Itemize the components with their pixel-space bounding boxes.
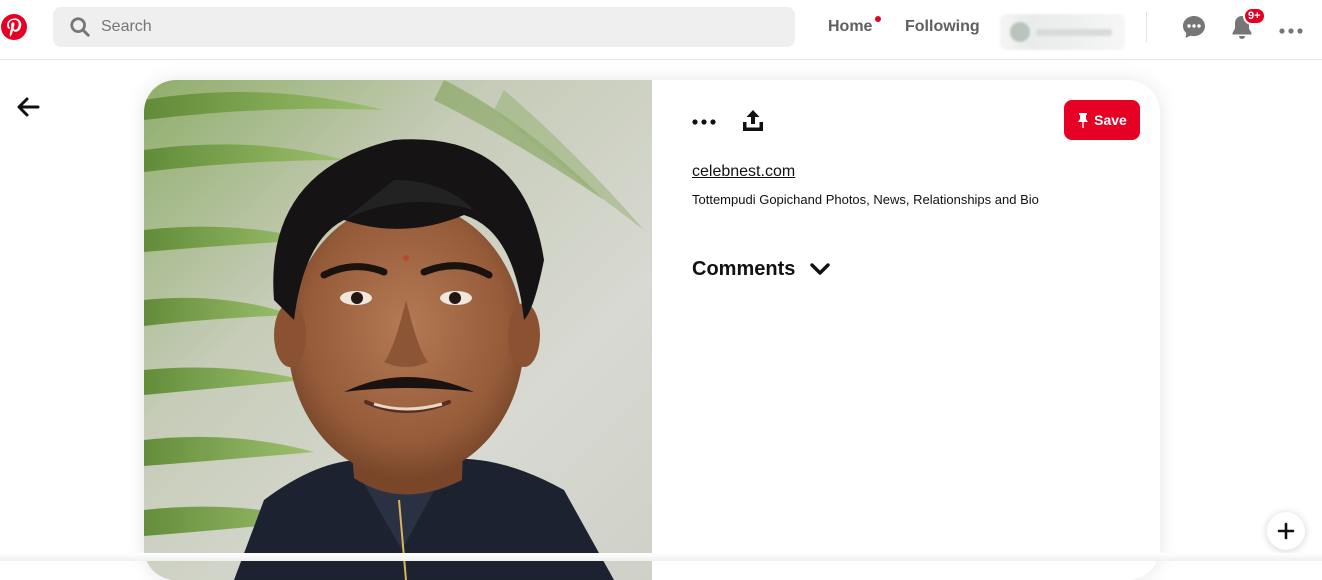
save-button[interactable]: Save <box>1064 100 1140 140</box>
add-pin-button[interactable] <box>1267 512 1305 550</box>
nav-following-link[interactable]: Following <box>905 18 980 36</box>
search-input[interactable] <box>101 18 701 36</box>
share-upload-icon[interactable] <box>740 108 766 134</box>
comments-heading: Comments <box>692 258 796 280</box>
notification-badge: 9+ <box>1243 7 1266 25</box>
comments-toggle[interactable]: Comments <box>692 258 831 281</box>
profile-button-blurred[interactable] <box>1000 14 1125 50</box>
home-unread-dot <box>875 16 881 22</box>
profile-name-redacted <box>1036 29 1112 36</box>
header-divider <box>1146 12 1147 42</box>
more-horizontal-icon[interactable] <box>1278 18 1304 44</box>
plus-icon <box>1277 522 1295 540</box>
pin-description: Tottempudi Gopichand Photos, News, Relat… <box>692 192 1039 207</box>
pinterest-logo-icon[interactable] <box>0 12 28 42</box>
save-button-label: Save <box>1094 112 1127 128</box>
more-options-icon[interactable] <box>690 110 718 134</box>
source-link[interactable]: celebnest.com <box>692 163 795 181</box>
search-icon <box>70 17 90 37</box>
page-bottom-edge <box>0 553 1322 561</box>
nav-home-link[interactable]: Home <box>828 18 872 36</box>
pin-details-panel: Save celebnest.com Tottempudi Gopichand … <box>652 80 1160 580</box>
pin-image[interactable] <box>144 80 652 580</box>
avatar <box>1010 22 1030 42</box>
search-bar[interactable] <box>53 7 795 47</box>
arrow-left-icon[interactable] <box>14 93 42 121</box>
top-header: Home Following 9+ <box>0 0 1322 60</box>
pushpin-icon <box>1078 113 1089 128</box>
pin-closeup-card: Save celebnest.com Tottempudi Gopichand … <box>144 80 1160 580</box>
chevron-down-icon <box>810 262 831 275</box>
chat-bubble-icon[interactable] <box>1181 14 1207 40</box>
